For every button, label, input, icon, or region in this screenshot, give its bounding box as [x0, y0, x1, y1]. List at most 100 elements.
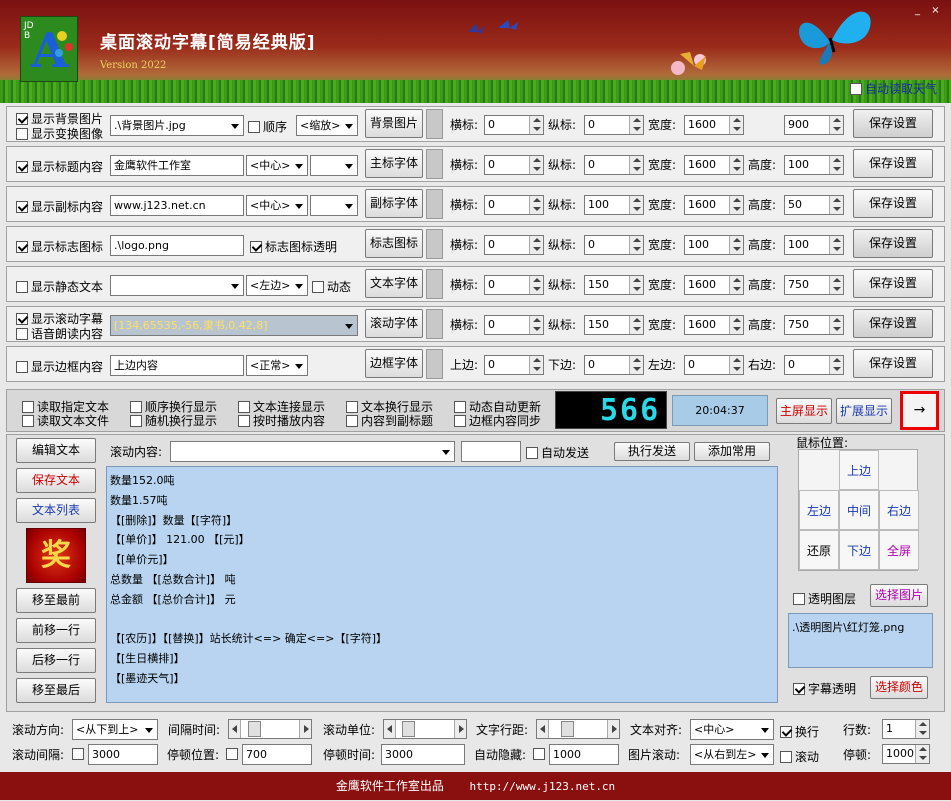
checkbox-box[interactable] — [72, 748, 84, 760]
spin-arrows-icon[interactable] — [915, 745, 929, 763]
row-field-value[interactable]: 0 — [788, 358, 795, 371]
text-line[interactable]: 【[墨迹天气]】 — [110, 669, 774, 689]
spin-arrows-icon[interactable] — [729, 196, 743, 214]
row-main-checkbox[interactable]: 显示副标内容 — [16, 198, 103, 215]
checkbox-box[interactable] — [22, 414, 34, 427]
text-line[interactable]: 数量152.0吨 — [110, 471, 774, 491]
checkbox-box[interactable] — [16, 312, 28, 325]
spin-arrows-icon[interactable] — [729, 156, 743, 174]
row-font-button[interactable]: 边框字体 — [365, 349, 423, 378]
spin-arrows-icon[interactable] — [529, 316, 543, 334]
checkbox-box[interactable] — [793, 682, 805, 695]
checkbox-box[interactable] — [793, 592, 805, 605]
checkbox-box[interactable] — [346, 414, 358, 427]
checkbox-box[interactable] — [454, 400, 466, 413]
row-field-value[interactable]: 0 — [488, 358, 495, 371]
row-field-spinner[interactable]: 100 — [784, 155, 844, 175]
pos-center-button[interactable]: 中间 — [839, 490, 879, 530]
row-field-value[interactable]: 0 — [588, 238, 595, 251]
spin-arrows-icon[interactable] — [629, 356, 643, 374]
row-field-spinner[interactable]: 0 — [484, 355, 544, 375]
row-color-swatch[interactable] — [426, 149, 443, 179]
row-align-select[interactable]: <正常> — [246, 355, 308, 376]
checkbox-box[interactable] — [238, 414, 250, 427]
row-save-button[interactable]: 保存设置 — [853, 309, 933, 338]
text-action-button[interactable]: 编辑文本 — [16, 438, 96, 463]
arrow-button[interactable]: → — [900, 391, 939, 430]
row-font-button[interactable]: 标志图标 — [365, 229, 423, 258]
row-field-spinner[interactable]: 0 — [484, 195, 544, 215]
interval-slider[interactable] — [228, 719, 312, 739]
unit-slider[interactable] — [383, 719, 467, 739]
spin-arrows-icon[interactable] — [629, 316, 643, 334]
row-sub-checkbox[interactable]: 显示变换图像 — [16, 125, 103, 142]
text-line[interactable]: 【[删除]】数量【[字符]】 — [110, 511, 774, 531]
checkbox-box[interactable] — [780, 725, 792, 738]
option-checkbox[interactable]: 内容到副标题 — [346, 412, 433, 429]
row-field-value[interactable]: 1600 — [688, 198, 716, 211]
text-line[interactable]: 【[单价]】 121.00 【[元]】 — [110, 530, 774, 550]
checkbox-box[interactable] — [346, 400, 358, 413]
checkbox-box[interactable] — [130, 414, 142, 427]
row-field-spinner[interactable]: 0 — [584, 155, 644, 175]
row-field-spinner[interactable]: 50 — [784, 195, 844, 215]
pause-spinner[interactable]: 1000 — [882, 744, 930, 764]
wrap-checkbox[interactable]: 换行 — [780, 723, 819, 740]
row-field-value[interactable]: 0 — [488, 198, 495, 211]
gap-checkbox[interactable] — [72, 748, 84, 760]
row-color-swatch[interactable] — [426, 269, 443, 299]
text-action-button[interactable]: 移至最后 — [16, 678, 96, 703]
text-line[interactable]: 数量1.57吨 — [110, 491, 774, 511]
checkbox-box[interactable] — [130, 400, 142, 413]
text-action-button[interactable]: 前移一行 — [16, 618, 96, 643]
row-color-swatch[interactable] — [426, 309, 443, 339]
row-field-value[interactable]: 100 — [788, 238, 809, 251]
scroll-content-select[interactable] — [170, 441, 455, 462]
spin-arrows-icon[interactable] — [829, 156, 843, 174]
row-text-input[interactable]: 上边内容 — [110, 355, 244, 376]
checkbox-box[interactable] — [16, 280, 28, 293]
align-select[interactable]: <中心> — [690, 719, 774, 740]
row-field-value[interactable]: 150 — [588, 278, 609, 291]
row-field-spinner[interactable]: 750 — [784, 315, 844, 335]
option-checkbox[interactable]: 边框内容同步 — [454, 412, 541, 429]
row-extra-select[interactable] — [310, 155, 358, 176]
pos-left-button[interactable]: 左边 — [799, 490, 839, 530]
spin-arrows-icon[interactable] — [529, 276, 543, 294]
row-field-spinner[interactable]: 0 — [484, 115, 544, 135]
row-option-checkbox[interactable]: 标志图标透明 — [250, 238, 337, 255]
pos-right-button[interactable]: 右边 — [879, 490, 919, 530]
text-line[interactable]: 总数量 【[总数合计]】 吨 — [110, 570, 774, 590]
slider-left-icon[interactable] — [537, 720, 549, 738]
autohide-input[interactable]: 1000 — [549, 744, 619, 765]
row-field-spinner[interactable]: 0 — [784, 355, 844, 375]
row-save-button[interactable]: 保存设置 — [853, 109, 933, 138]
spin-arrows-icon[interactable] — [729, 276, 743, 294]
text-action-button[interactable]: 移至最前 — [16, 588, 96, 613]
text-action-button[interactable]: 文本列表 — [16, 498, 96, 523]
row-field-spinner[interactable]: 100 — [584, 195, 644, 215]
pause-value[interactable]: 1000 — [886, 747, 914, 760]
caption-transparent-checkbox[interactable]: 字幕透明 — [793, 680, 856, 697]
checkbox-box[interactable] — [16, 112, 28, 125]
add-common-button[interactable]: 添加常用 — [694, 442, 770, 461]
row-field-spinner[interactable]: 100 — [684, 235, 744, 255]
row-field-spinner[interactable]: 0 — [584, 235, 644, 255]
row-field-spinner[interactable]: 1600 — [684, 275, 744, 295]
row-font-button[interactable]: 滚动字体 — [365, 309, 423, 338]
checkbox-box[interactable] — [312, 280, 324, 293]
spin-arrows-icon[interactable] — [729, 116, 743, 134]
row-field-value[interactable]: 100 — [788, 158, 809, 171]
row-color-swatch[interactable] — [426, 229, 443, 259]
spin-arrows-icon[interactable] — [629, 116, 643, 134]
checkbox-box[interactable] — [22, 400, 34, 413]
slider-thumb[interactable] — [248, 721, 261, 737]
row-field-spinner[interactable]: 900 — [784, 115, 844, 135]
row-field-spinner[interactable]: 0 — [484, 155, 544, 175]
lines-spinner[interactable]: 1 — [882, 719, 930, 739]
row-field-spinner[interactable]: 0 — [484, 235, 544, 255]
spin-arrows-icon[interactable] — [529, 156, 543, 174]
row-save-button[interactable]: 保存设置 — [853, 229, 933, 258]
spin-arrows-icon[interactable] — [829, 276, 843, 294]
checkbox-box[interactable] — [526, 446, 538, 459]
